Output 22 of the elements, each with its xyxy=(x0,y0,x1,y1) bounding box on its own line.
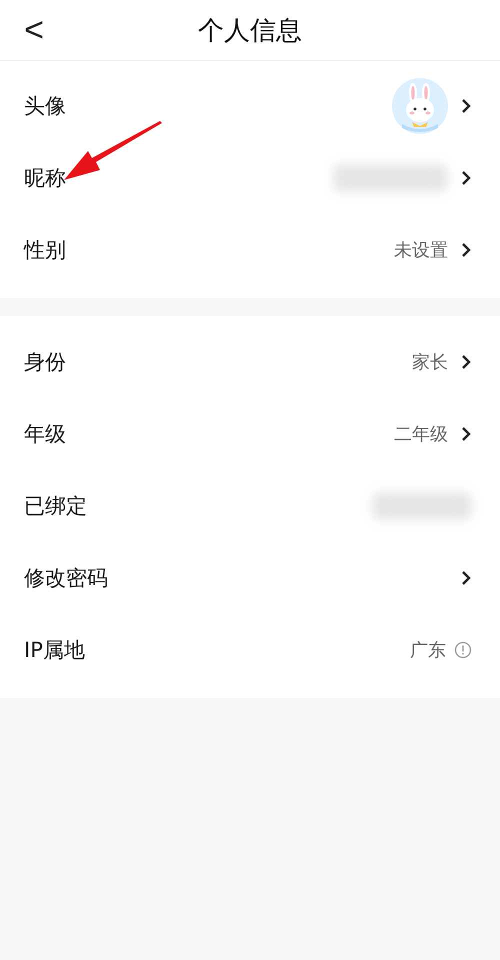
chevron-right-icon[interactable] xyxy=(460,426,472,442)
chevron-right-icon[interactable] xyxy=(460,354,472,370)
row-label[interactable]: 身份 xyxy=(24,348,412,376)
row-label[interactable]: 已绑定 xyxy=(24,492,372,520)
row-value: 二年级 xyxy=(394,423,448,446)
row-value: 未设置 xyxy=(394,239,448,262)
rabbit-avatar-icon xyxy=(392,78,448,134)
info-icon[interactable] xyxy=(454,641,472,659)
row-label[interactable]: IP属地 xyxy=(24,636,410,664)
chevron-right-icon[interactable] xyxy=(460,98,472,114)
chevron-right-icon[interactable] xyxy=(460,570,472,586)
row-label[interactable]: 昵称 xyxy=(24,164,333,192)
back-button[interactable]: < xyxy=(14,8,54,52)
row-value: 家长 xyxy=(412,351,448,374)
chevron-right-icon[interactable] xyxy=(460,242,472,258)
chevron-right-icon[interactable] xyxy=(460,170,472,186)
row-value: 广东 xyxy=(410,639,446,662)
row-label[interactable]: 头像 xyxy=(24,92,392,120)
row-label[interactable]: 性别 xyxy=(24,236,394,264)
row-label[interactable]: 年级 xyxy=(24,420,394,448)
page-title: 个人信息 xyxy=(198,14,302,48)
row-label[interactable]: 修改密码 xyxy=(24,564,448,592)
